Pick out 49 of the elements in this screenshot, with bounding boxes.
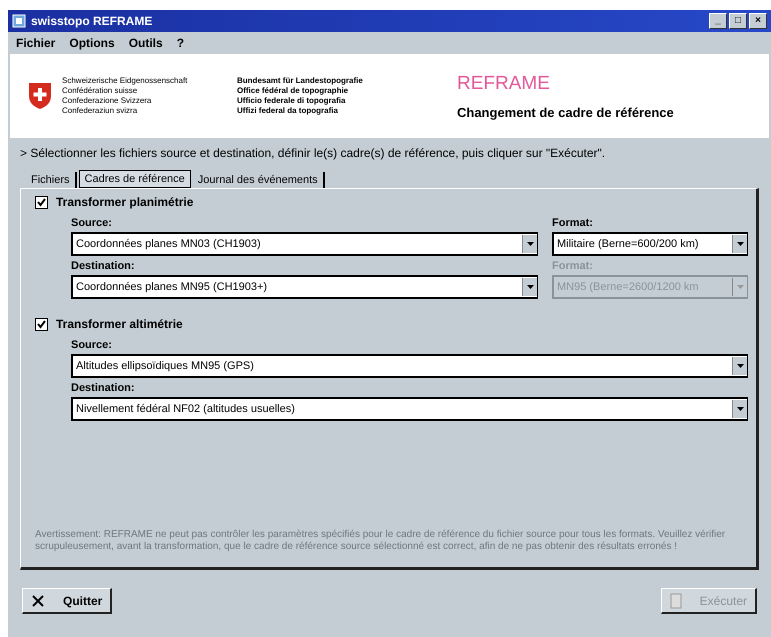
menu-item[interactable]: Fichier [16, 36, 56, 50]
window-control-button[interactable]: □ [729, 13, 747, 29]
office-name-text: Uffizi federal da topografia [237, 106, 339, 116]
menu-item[interactable]: ? [176, 36, 184, 50]
field-label: Destination: [71, 260, 136, 272]
dropdown[interactable]: Coordonnées planes MN03 (CH1903) [71, 232, 538, 256]
tab[interactable]: Cadres de référence [78, 170, 191, 188]
window-control-button[interactable]: × [749, 13, 767, 29]
dropdown-arrow-icon [526, 285, 534, 289]
dropdown-arrow-icon [736, 285, 744, 289]
section-checkbox[interactable]: Transformer altimétrie [35, 317, 183, 331]
action-button[interactable]: Quitter [22, 588, 112, 614]
section-checkbox[interactable]: Transformer planimétrie [35, 195, 194, 209]
shield-icon [28, 82, 52, 110]
tab[interactable]: Fichiers [26, 172, 77, 188]
format-dropdown[interactable]: Militaire (Berne=600/200 km) [552, 232, 748, 256]
federal-name-text: Confédération suisse [62, 86, 138, 96]
window-title: swisstopo REFRAME [31, 14, 154, 28]
close-icon [31, 594, 45, 608]
instruction-text: > Sélectionner les fichiers source et destination, définir le(s) cadre(s) de référence, puis cliquer sur "Exécuter". [20, 146, 606, 160]
dropdown[interactable]: Nivellement fédéral NF02 (altitudes usuelles) [71, 397, 748, 421]
dropdown-arrow-icon [736, 242, 744, 246]
app-icon [12, 14, 26, 28]
field-label: Destination: [71, 382, 136, 394]
tab[interactable]: Journal des événements [192, 172, 325, 188]
window-control-button[interactable]: _ [709, 13, 727, 29]
menu-item[interactable]: Outils [128, 36, 163, 50]
app-name: REFRAME [457, 72, 551, 94]
federal-name-text: Confederaziun svizra [62, 106, 138, 116]
office-name-text: Ufficio federale di topografia [237, 96, 346, 106]
office-name-text: Bundesamt für Landestopografie [237, 76, 364, 86]
document-icon [670, 592, 682, 608]
menu-item[interactable]: Options [69, 36, 115, 50]
field-label: Format: [552, 260, 594, 272]
field-label: Source: [71, 217, 113, 229]
check-icon [37, 320, 46, 328]
dropdown[interactable]: Altitudes ellipsoïdiques MN95 (GPS) [71, 354, 748, 378]
dropdown-arrow-icon [736, 364, 744, 368]
app-subtitle: Changement de cadre de référence [457, 104, 674, 120]
federal-name-text: Schweizerische Eidgenossenschaft [62, 76, 188, 86]
field-label: Format: [552, 217, 594, 229]
warning-text: Avertissement: REFRAME ne peut pas contrôler les paramètres spécifiés pour le cadre de référence du fichier source pour tous les formats. Veuillez vérifier scrupuleusement, avant la transformation, que le cadre de référence source sélectionné est correct, afin de ne pas obtenir des résultats erronés ! [35, 529, 726, 553]
dropdown-arrow-icon [736, 407, 744, 411]
check-icon [37, 198, 46, 206]
dropdown-arrow-icon [526, 242, 534, 246]
office-name-text: Office fédéral de topographie [237, 86, 350, 96]
dropdown[interactable]: Coordonnées planes MN95 (CH1903+) [71, 275, 538, 299]
federal-name-text: Confederazione Svizzera [62, 96, 152, 106]
field-label: Source: [71, 339, 113, 351]
